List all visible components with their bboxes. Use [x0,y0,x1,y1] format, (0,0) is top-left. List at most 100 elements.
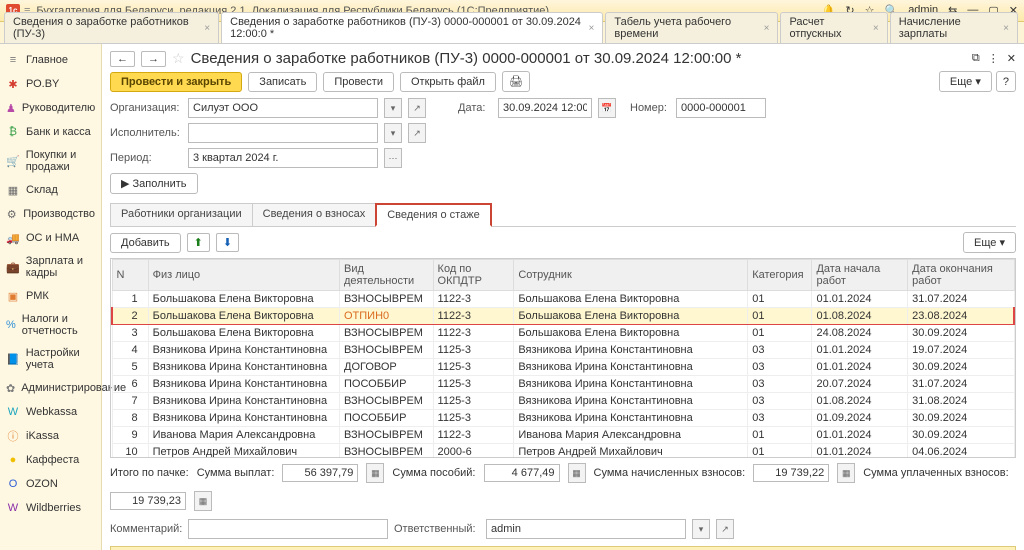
sidebar-label: Склад [26,184,58,196]
cell: 01.08.2024 [812,308,908,325]
responsible-input[interactable] [486,519,686,539]
tab-close-icon[interactable]: × [589,23,595,34]
fill-button[interactable]: ▶ Заполнить [110,173,198,194]
sum-pay-value[interactable] [282,464,358,482]
executor-input[interactable] [188,123,378,143]
table-row[interactable]: 1Большакова Елена ВикторовнаВЗНОСЫВРЕМ11… [112,291,1014,308]
sidebar-label: OZON [26,478,58,490]
sidebar-item[interactable]: ≡Главное [0,48,101,72]
help-button[interactable]: ? [996,71,1016,92]
nav-back-button[interactable]: ← [110,51,135,67]
tab-close-icon[interactable]: × [204,23,210,34]
post-button[interactable]: Провести [323,72,394,92]
sidebar-item[interactable]: ✱РО.BY [0,72,101,96]
table-row[interactable]: 8Вязникова Ирина КонстантиновнаПОСОББИР1… [112,410,1014,427]
column-header[interactable]: N [112,260,148,291]
cell: 01 [748,325,812,342]
date-input[interactable] [498,98,592,118]
responsible-open-icon[interactable]: ↗ [716,519,734,539]
column-header[interactable]: Код по ОКПДТР [433,260,514,291]
cell: 9 [112,427,148,444]
document-tab[interactable]: Начисление зарплаты× [890,12,1018,43]
favorite-icon[interactable]: ☆ [172,50,185,67]
column-header[interactable]: Сотрудник [514,260,748,291]
add-row-button[interactable]: Добавить [110,233,181,253]
sidebar-item[interactable]: ⓘiKassa [0,424,101,448]
org-dropdown-icon[interactable]: ▾ [384,98,402,118]
sidebar-item[interactable]: 🚚ОС и НМА [0,226,101,250]
sidebar-item[interactable]: 📘Настройки учета [0,342,101,376]
table-row[interactable]: 3Большакова Елена ВикторовнаВЗНОСЫВРЕМ11… [112,325,1014,342]
grid-more-button[interactable]: Еще ▾ [963,232,1016,253]
subtab[interactable]: Работники организации [110,203,253,226]
column-header[interactable]: Вид деятельности [340,260,434,291]
column-header[interactable]: Физ лицо [148,260,339,291]
column-header[interactable]: Дата начала работ [812,260,908,291]
document-tab[interactable]: Сведения о заработке работников (ПУ-3)× [4,12,219,43]
table-row[interactable]: 2Большакова Елена ВикторовнаОТПИН01122-3… [112,308,1014,325]
period-select-icon[interactable]: ⋯ [384,148,402,168]
executor-dropdown-icon[interactable]: ▾ [384,123,402,143]
data-grid[interactable]: NФиз лицоВид деятельностиКод по ОКПДТРСо… [110,258,1016,458]
sidebar-item[interactable]: 🛒Покупки и продажи [0,144,101,178]
cell: ВЗНОСЫВРЕМ [340,444,434,459]
executor-open-icon[interactable]: ↗ [408,123,426,143]
table-row[interactable]: 10Петров Андрей МихайловичВЗНОСЫВРЕМ2000… [112,444,1014,459]
tab-close-icon[interactable]: × [1003,23,1009,34]
sum-paid-value[interactable] [110,492,186,510]
sum-acc-value[interactable] [753,464,829,482]
print-button[interactable]: 🖨 [502,71,530,92]
detach-icon[interactable]: ⧉ [972,52,980,65]
sidebar-item[interactable]: ▣РМК [0,284,101,308]
sidebar-item[interactable]: ₿Банк и касса [0,120,101,144]
table-row[interactable]: 7Вязникова Ирина КонстантиновнаВЗНОСЫВРЕ… [112,393,1014,410]
tab-close-icon[interactable]: × [873,23,879,34]
number-input[interactable] [676,98,766,118]
table-row[interactable]: 5Вязникова Ирина КонстантиновнаДОГОВОР11… [112,359,1014,376]
cell: 6 [112,376,148,393]
sidebar-item[interactable]: 💼Зарплата и кадры [0,250,101,284]
move-up-button[interactable]: ⬆ [187,233,210,252]
org-open-icon[interactable]: ↗ [408,98,426,118]
column-header[interactable]: Дата окончания работ [908,260,1014,291]
open-file-button[interactable]: Открыть файл [400,72,496,92]
calendar-icon[interactable]: 📅 [598,98,616,118]
sidebar-item[interactable]: WWildberries [0,496,101,520]
comment-input[interactable] [188,519,388,539]
sidebar-item[interactable]: ♟Руководителю [0,96,101,120]
nav-forward-button[interactable]: → [141,51,166,67]
column-header[interactable]: Категория [748,260,812,291]
cell: Иванова Мария Александровна [148,427,339,444]
sidebar-item[interactable]: ✿Администрирование [0,376,101,400]
sidebar-item[interactable]: ●Каффеста [0,448,101,472]
doc-close-icon[interactable]: ✕ [1007,52,1016,65]
sidebar-item[interactable]: ⚙Производство [0,202,101,226]
org-input[interactable] [188,98,378,118]
sidebar-item[interactable]: OOZON [0,472,101,496]
table-row[interactable]: 9Иванова Мария АлександровнаВЗНОСЫВРЕМ11… [112,427,1014,444]
calc-icon[interactable]: ▦ [194,491,212,511]
calc-icon[interactable]: ▦ [568,463,586,483]
sidebar-item[interactable]: ▦Склад [0,178,101,202]
table-row[interactable]: 4Вязникова Ирина КонстантиновнаВЗНОСЫВРЕ… [112,342,1014,359]
subtab[interactable]: Сведения о взносах [252,203,377,226]
tab-close-icon[interactable]: × [764,23,770,34]
post-and-close-button[interactable]: Провести и закрыть [110,72,242,92]
sidebar-item[interactable]: %Налоги и отчетность [0,308,101,342]
document-tab[interactable]: Расчет отпускных× [780,12,887,43]
document-tab[interactable]: Табель учета рабочего времени× [605,12,778,43]
responsible-dropdown-icon[interactable]: ▾ [692,519,710,539]
period-input[interactable] [188,148,378,168]
doc-options-icon[interactable]: ⋮ [988,52,999,65]
table-row[interactable]: 6Вязникова Ирина КонстантиновнаПОСОББИР1… [112,376,1014,393]
write-button[interactable]: Записать [248,72,317,92]
document-tab[interactable]: Сведения о заработке работников (ПУ-3) 0… [221,12,603,43]
subtab[interactable]: Сведения о стаже [375,203,492,227]
sum-ben-value[interactable] [484,464,560,482]
more-button[interactable]: Еще ▾ [939,71,992,92]
sidebar-item[interactable]: WWebkassa [0,400,101,424]
calc-icon[interactable]: ▦ [837,463,855,483]
cell: Петров Андрей Михайлович [148,444,339,459]
calc-icon[interactable]: ▦ [366,463,384,483]
move-down-button[interactable]: ⬇ [216,233,239,252]
